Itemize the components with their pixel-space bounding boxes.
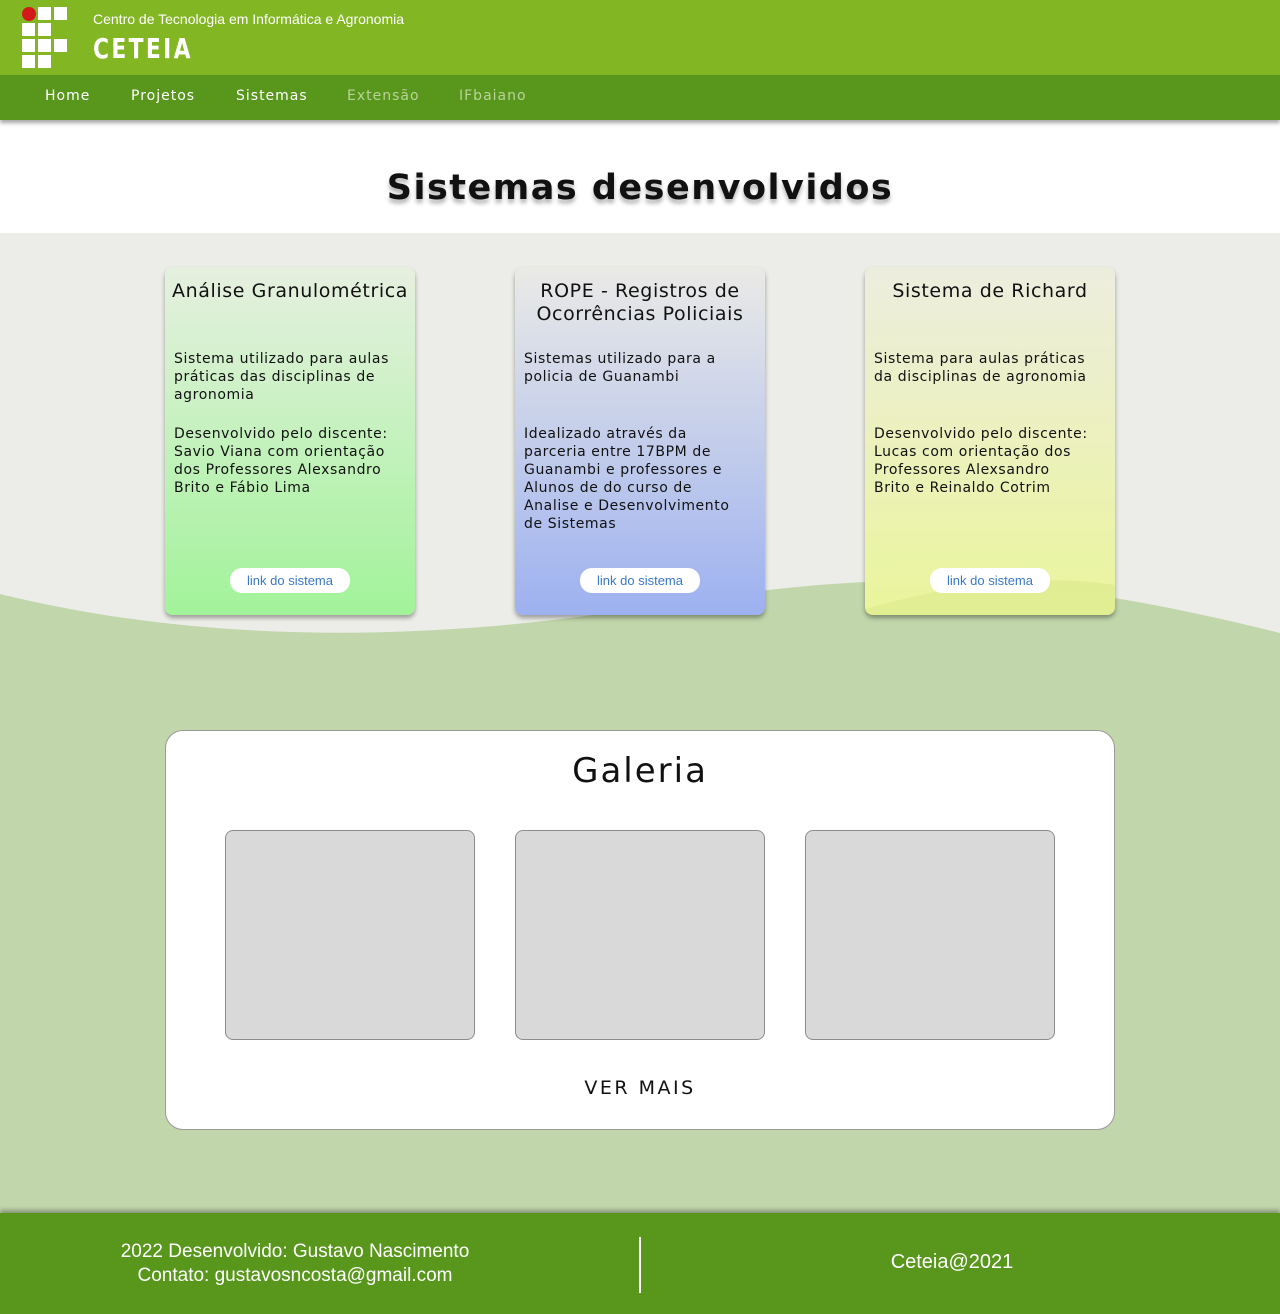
nav-projetos[interactable]: Projetos	[131, 88, 195, 104]
gallery-image-placeholder[interactable]	[515, 830, 765, 1040]
footer-contact-text: Contato: gustavosncosta@gmail.com	[137, 1265, 453, 1286]
system-card-analise: Análise Granulométrica Sistema utilizado…	[165, 267, 415, 615]
gallery-image-placeholder[interactable]	[805, 830, 1055, 1040]
gallery-panel: Galeria VER MAIS	[165, 730, 1115, 1130]
page-title: Sistemas desenvolvidos	[386, 168, 894, 208]
card-description: Sistema para aulas práticas da disciplin…	[874, 351, 1087, 385]
system-card-rope: ROPE - Registros de Ocorrências Policiai…	[515, 267, 765, 615]
see-more-link[interactable]: VER MAIS	[166, 1077, 1114, 1099]
card-title: Análise Granulométrica	[171, 280, 409, 302]
system-link-button[interactable]: link do sistema	[930, 568, 1050, 593]
org-subtitle: Centro de Tecnologia em Informática e Ag…	[93, 11, 405, 27]
nav-home[interactable]: Home	[45, 88, 90, 104]
main-nav: Home Projetos Sistemas Extensão IFbaiano	[0, 75, 1280, 120]
card-credits: Idealizado através da parceria entre 17B…	[524, 426, 730, 532]
top-header: Centro de Tecnologia em Informática e Ag…	[0, 0, 1280, 75]
institute-logo-icon	[22, 7, 68, 69]
gallery-image-placeholder[interactable]	[225, 830, 475, 1040]
footer-credit-text: 2022 Desenvolvido: Gustavo Nascimento	[120, 1241, 470, 1262]
system-link-button[interactable]: link do sistema	[230, 568, 350, 593]
gallery-title: Galeria	[572, 751, 708, 791]
nav-ifbaiano[interactable]: IFbaiano	[459, 88, 527, 104]
card-credits: Desenvolvido pelo discente: Savio Viana …	[174, 426, 388, 496]
card-title: Sistema de Richard	[892, 280, 1088, 302]
card-credits: Desenvolvido pelo discente: Lucas com or…	[874, 426, 1088, 496]
card-description: Sistemas utilizado para a policia de Gua…	[524, 351, 716, 385]
page-footer: 2022 Desenvolvido: Gustavo Nascimento Co…	[0, 1213, 1280, 1314]
nav-sistemas[interactable]: Sistemas	[236, 88, 308, 104]
system-card-richard: Sistema de Richard Sistema para aulas pr…	[865, 267, 1115, 615]
footer-copyright: Ceteia@2021	[890, 1251, 1014, 1273]
card-title: ROPE - Registros de Ocorrências Policiai…	[536, 280, 744, 325]
org-name: CETEIA	[93, 32, 193, 65]
card-description: Sistema utilizado para aulas práticas da…	[174, 351, 389, 403]
footer-divider	[639, 1237, 641, 1293]
system-link-button[interactable]: link do sistema	[580, 568, 700, 593]
footer-credits: 2022 Desenvolvido: Gustavo Nascimento Co…	[0, 1240, 590, 1288]
nav-extensao[interactable]: Extensão	[347, 88, 420, 104]
